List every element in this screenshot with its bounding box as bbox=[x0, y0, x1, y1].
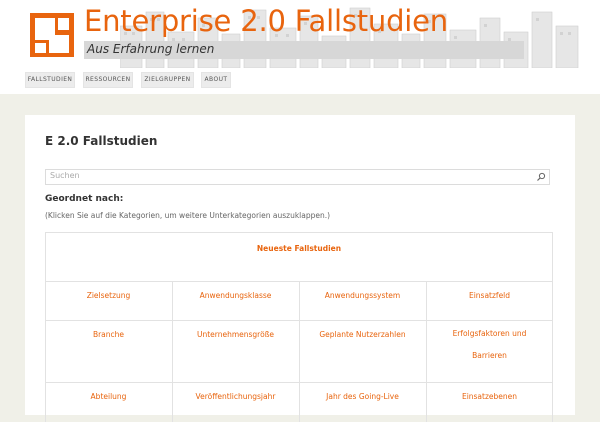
nav-item-zielgruppen[interactable]: ZIELGRUPPEN bbox=[141, 72, 194, 88]
category-erfolgsfaktoren[interactable]: Erfolgsfaktoren und Barrieren bbox=[426, 323, 553, 367]
category-anwendungssystem[interactable]: Anwendungssystem bbox=[299, 291, 426, 300]
category-branche[interactable]: Branche bbox=[45, 330, 172, 339]
tagline-bar: Aus Erfahrung lernen bbox=[84, 41, 524, 59]
category-grid: Neueste Fallstudien Zielsetzung Anwendun… bbox=[45, 232, 553, 422]
category-unternehmensgroesse[interactable]: Unternehmensgröße bbox=[172, 330, 299, 339]
site-title[interactable]: Enterprise 2.0 Fallstudien bbox=[84, 4, 448, 38]
content-card: E 2.0 Fallstudien Suchen Geordnet nach: … bbox=[25, 115, 575, 422]
category-einsatzfeld[interactable]: Einsatzfeld bbox=[426, 291, 553, 300]
category-geplante-nutzerzahlen[interactable]: Geplante Nutzerzahlen bbox=[299, 330, 426, 339]
nav-item-fallstudien[interactable]: FALLSTUDIEN bbox=[25, 72, 75, 88]
category-anwendungsklasse[interactable]: Anwendungsklasse bbox=[172, 291, 299, 300]
hint-text: (Klicken Sie auf die Kategorien, um weit… bbox=[45, 211, 331, 220]
search-input[interactable]: Suchen bbox=[45, 169, 550, 185]
search-placeholder: Suchen bbox=[50, 171, 80, 180]
search-icon[interactable] bbox=[536, 172, 546, 182]
site-logo[interactable] bbox=[30, 13, 74, 57]
category-zielsetzung[interactable]: Zielsetzung bbox=[45, 291, 172, 300]
page-title: E 2.0 Fallstudien bbox=[45, 134, 158, 148]
nav-item-about[interactable]: ABOUT bbox=[201, 72, 231, 88]
site-header: Enterprise 2.0 Fallstudien Aus Erfahrung… bbox=[0, 0, 600, 94]
nav-item-ressourcen[interactable]: RESSOURCEN bbox=[83, 72, 133, 88]
sort-label: Geordnet nach: bbox=[45, 194, 124, 204]
tagline-text: Aus Erfahrung lernen bbox=[87, 42, 215, 56]
newest-case-studies-link[interactable]: Neueste Fallstudien bbox=[45, 244, 553, 253]
